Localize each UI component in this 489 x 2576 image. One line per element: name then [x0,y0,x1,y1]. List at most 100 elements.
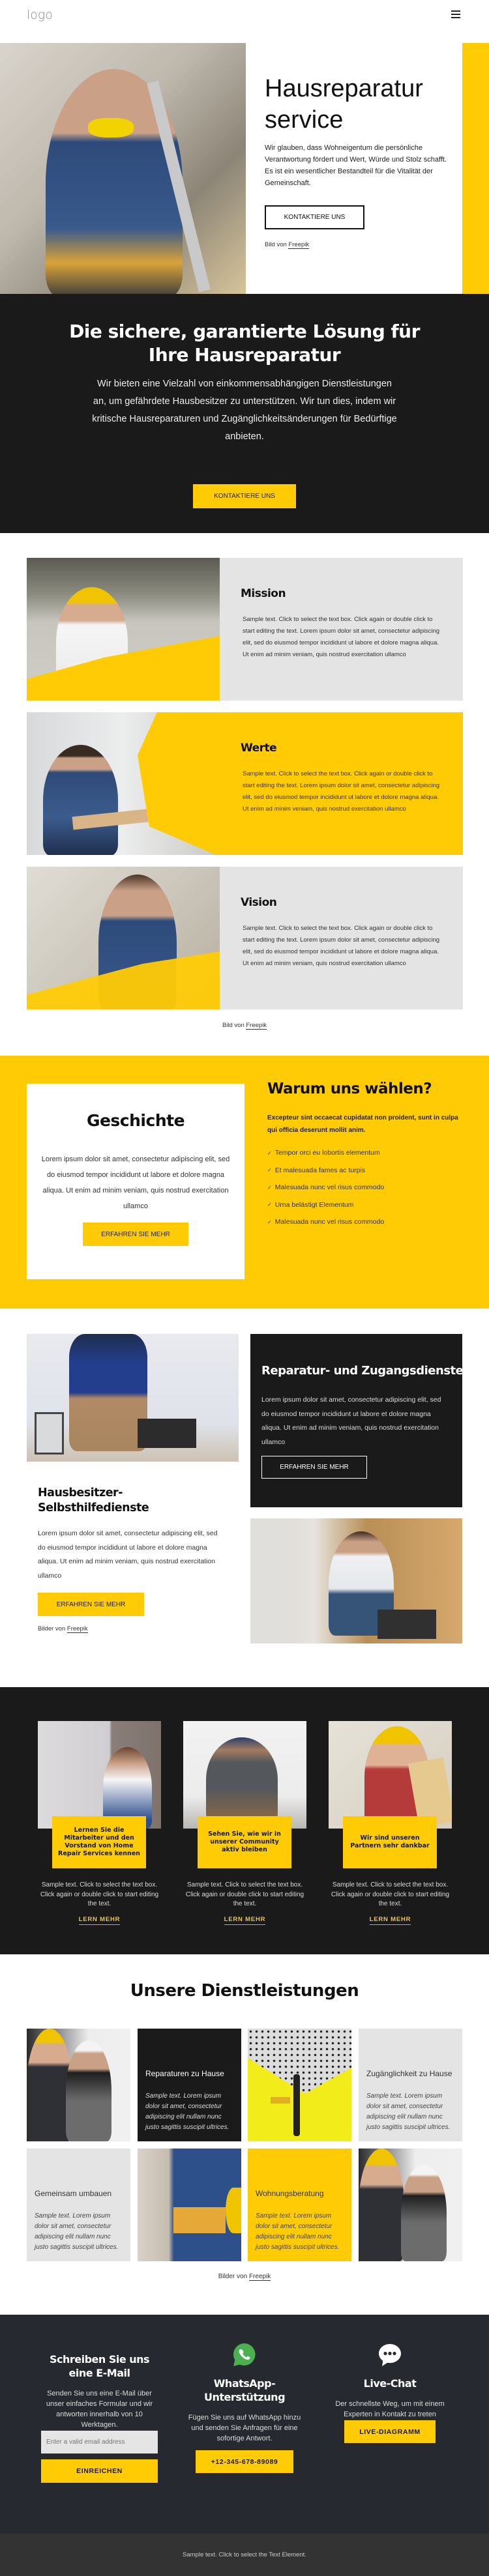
team-card-label: Sehen Sie, wie wir in unserer Community … [198,1816,291,1868]
service-tile-text: Sample text. Lorem ipsum dolor sit amet,… [145,2092,230,2131]
mission-image [27,558,220,701]
whatsapp-icon [231,2342,258,2368]
repair-worker-image [27,1334,239,1462]
list-item-text: Tempor orci eu lobortis elementum [274,1149,380,1157]
freepik-link[interactable]: Freepik [288,241,310,249]
contact-us-button[interactable]: KONTAKTIERE UNS [265,205,364,229]
submit-button[interactable]: EINREICHEN [41,2459,158,2483]
learn-more-label[interactable]: LERN MEHR [78,1916,121,1925]
learn-more-label[interactable]: LERN MEHR [224,1916,266,1925]
intro-title: Die sichere, garantierte Lösung für Ihre… [69,321,420,366]
credit-prefix: Bilder von [218,2273,249,2280]
repair-access-title: Reparatur- und Zugangsdienste [261,1364,464,1378]
team-section: Lernen Sie die Mitarbeiter und den Vorst… [0,1687,489,1954]
learn-more-link[interactable]: LERN MEHR [183,1916,306,1925]
values-title: Werte [241,742,277,755]
hero-description: Wir glauben, dass Wohneigentum die persö… [265,144,447,187]
self-help-text: Lorem ipsum dolor sit amet, consectetur … [38,1529,218,1580]
service-tile-text: Sample text. Lorem ipsum dolor sit amet,… [366,2092,451,2131]
values-image [27,712,216,855]
learn-more-label[interactable]: LERN MEHR [369,1916,411,1925]
vision-text: Sample text. Click to select the text bo… [243,925,440,967]
intro-text: Wir bieten eine Vielzahl von einkommensa… [92,379,397,442]
vision-title: Vision [241,896,277,909]
learn-more-button[interactable]: ERFAHREN SIE MEHR [38,1593,144,1616]
team-card-text: Sample text. Click to select the text bo… [185,1881,304,1907]
mission-text: Sample text. Click to select the text bo… [243,616,440,658]
intro-section: Die sichere, garantierte Lösung für Ihre… [0,294,489,533]
list-item: ✓ Urna belästigt Elementum [267,1196,384,1214]
image-credit: Bild von Freepik [265,241,310,249]
chat-bubble-icon [377,2342,403,2368]
hamburger-menu-icon[interactable] [451,10,460,18]
values-text: Sample text. Click to select the text bo… [243,770,440,813]
logo[interactable]: logo [27,8,53,22]
list-item: ✓ Malesuada nunc vel risus commodo [267,1213,384,1231]
live-chat-text: Der schnellste Weg, um mit einem Experte… [335,2400,445,2418]
team-card-text: Sample text. Click to select the text bo… [40,1881,159,1907]
why-us-section: Geschichte Lorem ipsum dolor sit amet, c… [0,1056,489,1309]
list-item: ✓ Malesuada nunc vel risus commodo [267,1179,384,1196]
service-tile-remodel-together[interactable]: Gemeinsam umbauen Sample text. Lorem ips… [27,2149,130,2261]
why-us-title: Warum uns wählen? [267,1080,432,1097]
checkmark-icon: ✓ [267,1219,272,1225]
freepik-link[interactable]: Freepik [248,2273,271,2281]
mission-title: Mission [241,587,286,600]
learn-more-button[interactable]: ERFAHREN SIE MEHR [83,1223,188,1246]
our-services-title: Unsere Dienstleistungen [130,1981,359,2001]
contact-section: Schreiben Sie uns eine E-Mail Senden Sie… [0,2315,489,2534]
service-tile-title: Wohnungsberatung [256,2189,324,2198]
why-us-list: ✓ Tempor orci eu lobortis elementum ✓ Et m… [267,1144,384,1231]
service-image-workers [27,2029,130,2141]
live-chat-button[interactable]: LIVE-DIAGRAMM [344,2420,436,2443]
appliance-repair-image [250,1518,462,1643]
footer: Sample text. Click to select the Text El… [0,2534,489,2576]
service-tile-home-accessibility[interactable]: Zugänglichkeit zu Hause Sample text. Lor… [359,2029,462,2141]
story-text: Lorem ipsum dolor sit amet, consectetur … [41,1155,230,1210]
service-tile-text: Sample text. Lorem ipsum dolor sit amet,… [256,2212,340,2251]
image-credit: Bilder von Freepik [0,2273,489,2281]
service-image-toolbelt [138,2149,241,2261]
service-tile-title: Zugänglichkeit zu Hause [366,2069,452,2078]
list-item-text: Et malesuada fames ac turpis [274,1166,366,1174]
repair-access-services-box: Reparatur- und Zugangsdienste Lorem ipsu… [250,1334,464,1507]
list-item: ✓ Et malesuada fames ac turpis [267,1162,384,1179]
checkmark-icon: ✓ [267,1167,272,1174]
service-tile-home-repairs[interactable]: Reparaturen zu Hause Sample text. Lorem … [138,2029,241,2141]
learn-more-button[interactable]: ERFAHREN SIE MEHR [261,1456,367,1479]
learn-more-link[interactable]: LERN MEHR [329,1916,452,1925]
image-credit: Bild von Freepik [0,1022,489,1030]
story-title: Geschichte [86,1111,185,1130]
repair-access-text: Lorem ipsum dolor sit amet, consectetur … [261,1396,441,1446]
painter-image [38,1721,161,1829]
freepik-link[interactable]: Freepik [246,1022,267,1030]
learn-more-link[interactable]: LERN MEHR [38,1916,161,1925]
story-box: Geschichte Lorem ipsum dolor sit amet, c… [27,1084,244,1279]
intro-contact-button[interactable]: KONTAKTIERE UNS [193,484,296,508]
hero-title: Hausreparatur service [265,75,423,134]
checkmark-icon: ✓ [267,1184,272,1191]
list-item-text: Urna belästigt Elementum [274,1200,354,1209]
whatsapp-number-button[interactable]: +12-345-678-89089 [196,2450,293,2473]
credit-prefix: Bilder von [38,1625,67,1632]
team-card-label: Wir sind unseren Partnern sehr dankbar [343,1816,437,1868]
whatsapp-column: WhatsApp-Unterstützung Fügen Sie uns auf… [185,2342,304,2444]
list-item: ✓ Tempor orci eu lobortis elementum [267,1144,384,1162]
values-card: Werte Sample text. Click to select the t… [27,712,463,855]
email-column: Schreiben Sie uns eine E-Mail Senden Sie… [41,2352,158,2430]
freepik-link[interactable]: Freepik [67,1625,88,1633]
email-input[interactable] [41,2431,158,2453]
email-title: Schreiben Sie uns eine E-Mail [49,2353,150,2379]
service-tile-housing-counseling[interactable]: Wohnungsberatung Sample text. Lorem ipsu… [248,2149,351,2261]
partner-image [329,1721,452,1829]
whatsapp-text: Fügen Sie uns auf WhatsApp hinzu und sen… [188,2414,301,2442]
service-tile-title: Reparaturen zu Hause [145,2069,224,2078]
service-image-tools [248,2029,351,2141]
service-image-workers-2 [359,2149,462,2261]
credit-prefix: Bild von [265,241,289,248]
list-item-text: Malesuada nunc vel risus commodo [274,1218,385,1226]
why-us-lead: Excepteur sint occaecat cupidatat non pr… [267,1114,458,1134]
checkmark-icon: ✓ [267,1150,272,1156]
image-credit: Bilder von Freepik [38,1625,88,1633]
whatsapp-title: WhatsApp-Unterstützung [203,2377,286,2403]
